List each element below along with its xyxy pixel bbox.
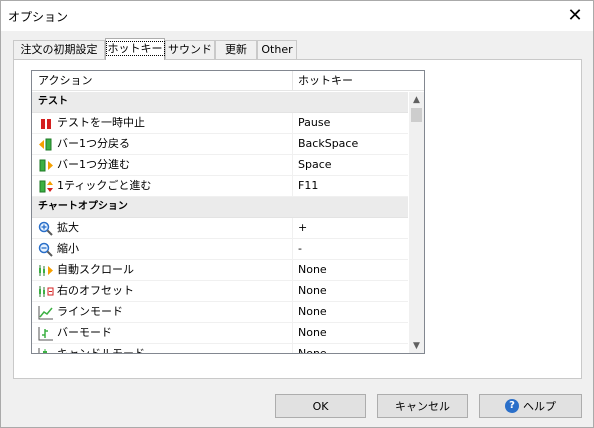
cell-divider <box>292 281 293 302</box>
help-button[interactable]: ? ヘルプ <box>479 394 582 418</box>
tab-order-defaults[interactable]: 注文の初期設定 <box>13 40 105 59</box>
hotkey-value: None <box>298 305 327 318</box>
hotkey-value: - <box>298 242 302 255</box>
group-row-test: テスト <box>32 92 408 113</box>
cell-divider <box>292 113 293 134</box>
cell-divider <box>292 218 293 239</box>
cell-divider <box>292 134 293 155</box>
group-row-chart-options: チャートオプション <box>32 197 408 218</box>
title-bar: オプション ✕ <box>1 1 593 31</box>
hotkey-value: Pause <box>298 116 331 129</box>
vertical-scrollbar[interactable]: ▲ ▼ <box>409 92 424 353</box>
list-rows: テスト テストを一時中止 Pause バー1つ分戻る BackSpace バー1… <box>32 92 408 354</box>
list-item[interactable]: ラインモード None <box>32 302 408 323</box>
tab-hotkeys[interactable]: ホットキー <box>105 38 165 60</box>
pause-icon <box>38 116 54 131</box>
tab-label: ホットキー <box>105 41 165 56</box>
group-label: チャートオプション <box>38 201 128 212</box>
hotkey-value: None <box>298 263 327 276</box>
auto-scroll-icon <box>38 263 54 278</box>
ok-button-label: OK <box>312 399 329 413</box>
list-item[interactable]: 自動スクロール None <box>32 260 408 281</box>
list-item[interactable]: 拡大 + <box>32 218 408 239</box>
action-label: 1ティックごと進む <box>57 179 152 192</box>
tab-label: サウンド <box>168 43 212 56</box>
step-forward-icon <box>38 158 54 173</box>
hotkey-value: None <box>298 347 327 354</box>
candle-mode-icon <box>38 347 54 353</box>
list-item[interactable]: 縮小 - <box>32 239 408 260</box>
list-item[interactable]: 右のオフセット None <box>32 281 408 302</box>
close-icon: ✕ <box>567 5 583 26</box>
cell-divider <box>292 344 293 353</box>
hotkey-value: Space <box>298 158 332 171</box>
hotkey-value: None <box>298 284 327 297</box>
action-label: 拡大 <box>57 221 79 234</box>
line-mode-icon <box>38 305 54 320</box>
step-back-icon <box>38 137 54 152</box>
cancel-button-label: キャンセル <box>395 400 450 413</box>
zoom-out-icon <box>38 242 54 257</box>
tab-other[interactable]: Other <box>257 40 297 59</box>
window-title: オプション <box>8 10 69 24</box>
action-label: バー1つ分戻る <box>57 137 130 150</box>
cell-divider <box>292 260 293 281</box>
options-dialog: オプション ✕ 注文の初期設定 ホットキー サウンド 更新 Other アクショ… <box>0 0 594 428</box>
action-label: 自動スクロール <box>57 263 134 276</box>
ok-button[interactable]: OK <box>275 394 366 418</box>
column-header-action[interactable]: アクション <box>32 71 292 91</box>
bar-mode-icon <box>38 326 54 341</box>
list-item[interactable]: バー1つ分進む Space <box>32 155 408 176</box>
list-item[interactable]: キャンドルモード None <box>32 344 408 354</box>
scroll-down-icon[interactable]: ▼ <box>409 338 424 353</box>
list-item[interactable]: 1ティックごと進む F11 <box>32 176 408 197</box>
cell-divider <box>292 239 293 260</box>
hotkey-value: None <box>298 326 327 339</box>
tab-update[interactable]: 更新 <box>215 40 257 59</box>
cell-divider <box>292 323 293 344</box>
list-header: アクション ホットキー <box>32 71 424 91</box>
action-label: 縮小 <box>57 242 79 255</box>
right-offset-icon <box>38 284 54 299</box>
list-item[interactable]: バー1つ分戻る BackSpace <box>32 134 408 155</box>
list-item[interactable]: テストを一時中止 Pause <box>32 113 408 134</box>
action-label: バーモード <box>57 326 112 339</box>
list-item[interactable]: バーモード None <box>32 323 408 344</box>
tab-label: Other <box>261 43 293 56</box>
hotkey-list[interactable]: アクション ホットキー テスト テストを一時中止 Pause バー1つ分戻る B… <box>31 70 425 354</box>
tick-step-icon <box>38 179 54 194</box>
hotkey-value: BackSpace <box>298 137 359 150</box>
cell-divider <box>292 155 293 176</box>
help-icon: ? <box>505 399 519 413</box>
action-label: キャンドルモード <box>57 347 145 354</box>
zoom-in-icon <box>38 221 54 236</box>
action-label: バー1つ分進む <box>57 158 130 171</box>
hotkey-value: + <box>298 221 308 234</box>
cell-divider <box>292 176 293 197</box>
hotkey-value: F11 <box>298 179 319 192</box>
action-label: テストを一時中止 <box>57 116 145 129</box>
group-label: テスト <box>38 96 68 107</box>
cell-divider <box>292 302 293 323</box>
tab-label: 注文の初期設定 <box>20 43 98 56</box>
cancel-button[interactable]: キャンセル <box>377 394 468 418</box>
tab-sound[interactable]: サウンド <box>165 40 215 59</box>
action-label: ラインモード <box>57 305 123 318</box>
action-label: 右のオフセット <box>57 284 134 297</box>
scroll-up-icon[interactable]: ▲ <box>409 92 424 107</box>
tab-label: 更新 <box>225 43 247 56</box>
help-button-label: ヘルプ <box>523 400 556 413</box>
close-button[interactable]: ✕ <box>557 1 593 31</box>
scrollbar-thumb[interactable] <box>411 108 422 122</box>
column-header-hotkey[interactable]: ホットキー <box>292 71 424 91</box>
